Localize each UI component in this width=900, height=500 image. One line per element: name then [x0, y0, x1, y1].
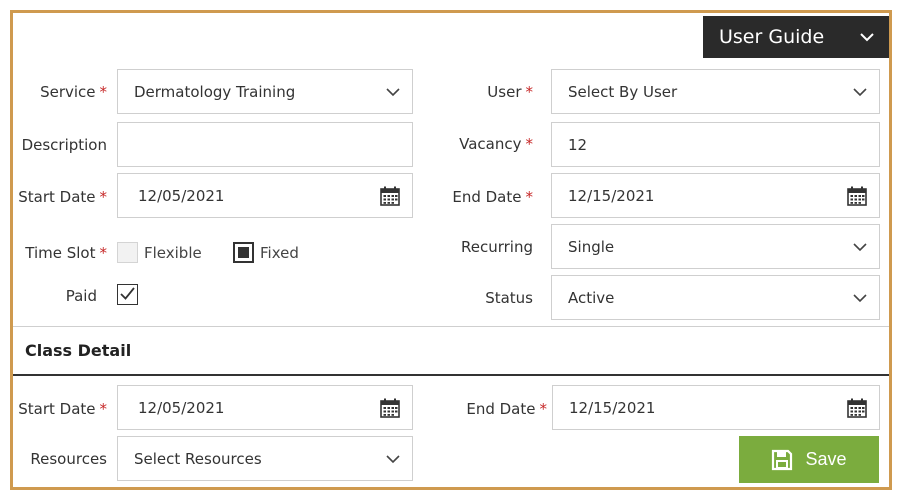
form-panel: User Guide Service * Dermatology Training… [10, 10, 892, 490]
end-date-value: 12/15/2021 [568, 186, 655, 205]
calendar-icon[interactable] [379, 185, 401, 207]
chevron-down-icon [853, 88, 867, 97]
status-select[interactable]: Active [551, 275, 880, 320]
paid-label: Paid [65, 287, 97, 305]
paid-checkbox[interactable] [117, 284, 138, 305]
fixed-option-label: Fixed [260, 244, 299, 262]
class-end-date-input[interactable]: 12/15/2021 [552, 385, 880, 430]
vacancy-input[interactable]: 12 [551, 122, 880, 167]
time-slot-label: Time Slot * [25, 244, 107, 262]
save-button[interactable]: Save [739, 436, 879, 483]
resources-label: Resources [30, 450, 107, 468]
chevron-down-icon [386, 455, 400, 464]
start-date-label: Start Date * [18, 188, 107, 206]
user-select[interactable]: Select By User [551, 69, 880, 114]
recurring-select[interactable]: Single [551, 224, 880, 269]
calendar-icon[interactable] [846, 397, 868, 419]
class-end-date-label: End Date * [466, 400, 547, 418]
save-label: Save [805, 449, 847, 469]
description-input[interactable] [117, 122, 413, 167]
flexible-checkbox[interactable] [117, 242, 138, 263]
vacancy-value: 12 [568, 135, 588, 154]
section-divider-bold [13, 374, 889, 376]
save-icon [772, 449, 793, 470]
calendar-icon[interactable] [846, 185, 868, 207]
fixed-checkbox[interactable] [233, 242, 254, 263]
selected-indicator [238, 247, 249, 258]
start-date-input[interactable]: 12/05/2021 [117, 173, 413, 218]
calendar-icon[interactable] [379, 397, 401, 419]
user-guide-label: User Guide [719, 26, 825, 48]
class-start-date-label: Start Date * [18, 400, 107, 418]
class-detail-heading: Class Detail [25, 341, 132, 360]
service-select[interactable]: Dermatology Training [117, 69, 413, 114]
chevron-down-icon [853, 243, 867, 252]
vacancy-label: Vacancy * [459, 135, 533, 153]
status-label: Status [485, 289, 533, 307]
end-date-input[interactable]: 12/15/2021 [551, 173, 880, 218]
class-start-date-value: 12/05/2021 [138, 398, 225, 417]
description-label: Description [21, 136, 107, 154]
user-label: User * [487, 83, 533, 101]
chevron-down-icon [853, 294, 867, 303]
section-divider [13, 326, 889, 327]
end-date-label: End Date * [452, 188, 533, 206]
resources-select[interactable]: Select Resources [117, 436, 413, 481]
user-guide-dropdown[interactable]: User Guide [703, 16, 889, 58]
flexible-option-label: Flexible [144, 244, 202, 262]
class-end-date-value: 12/15/2021 [569, 398, 656, 417]
chevron-down-icon [860, 33, 874, 42]
service-value: Dermatology Training [134, 82, 296, 101]
status-value: Active [568, 288, 615, 307]
checkmark-icon [120, 287, 135, 300]
start-date-value: 12/05/2021 [138, 186, 225, 205]
chevron-down-icon [386, 88, 400, 97]
resources-placeholder: Select Resources [134, 449, 262, 468]
recurring-label: Recurring [461, 238, 533, 256]
class-start-date-input[interactable]: 12/05/2021 [117, 385, 413, 430]
user-value: Select By User [568, 82, 678, 101]
recurring-value: Single [568, 237, 615, 256]
service-label: Service * [40, 83, 107, 101]
